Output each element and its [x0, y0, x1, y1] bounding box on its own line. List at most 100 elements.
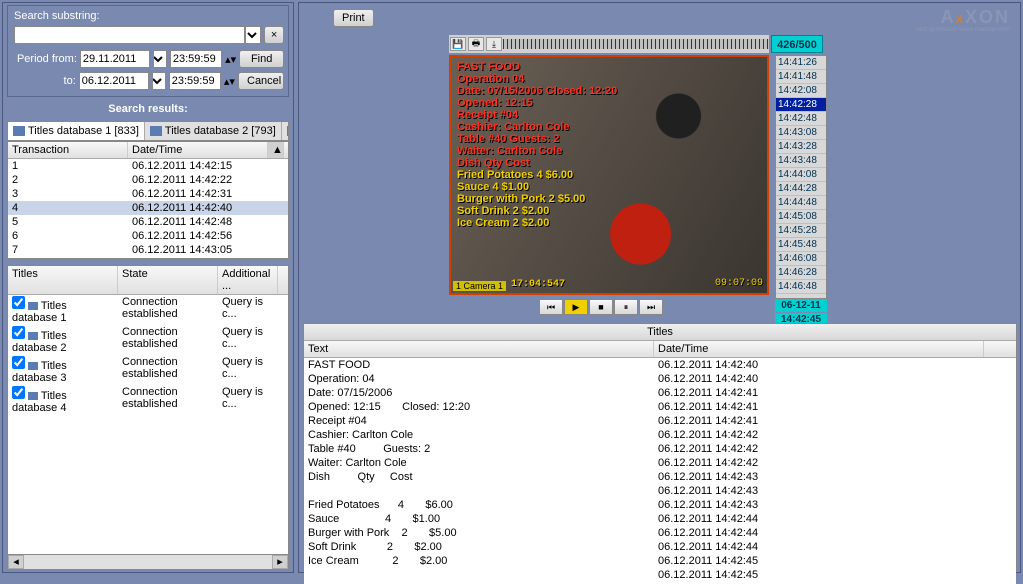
source-row[interactable]: Titles database 1Connection establishedQ… — [8, 295, 288, 325]
database-icon — [28, 392, 38, 400]
title-row[interactable]: Burger with Pork 2 $5.0006.12.2011 14:42… — [304, 526, 1016, 540]
database-icon — [28, 302, 38, 310]
col-titles[interactable]: Titles — [8, 266, 118, 294]
to-date-input[interactable] — [79, 72, 149, 90]
source-row[interactable]: Titles database 3Connection establishedQ… — [8, 355, 288, 385]
save-icon[interactable]: 💾 — [450, 37, 466, 51]
col-text[interactable]: Text — [304, 341, 654, 357]
time-item[interactable]: 14:41:26 — [776, 56, 826, 70]
time-item[interactable]: 14:44:28 — [776, 182, 826, 196]
time-item[interactable]: 14:43:28 — [776, 140, 826, 154]
results-row[interactable]: 306.12.2011 14:42:31 — [8, 187, 288, 201]
time-item[interactable]: 14:44:08 — [776, 168, 826, 182]
substring-input[interactable] — [14, 26, 245, 44]
date-stamp: 06-12-11 — [775, 299, 827, 312]
col-datetime[interactable]: Date/Time — [128, 142, 268, 158]
sources-grid: Titles State Additional ... Titles datab… — [7, 265, 289, 555]
find-button[interactable]: Find — [239, 50, 284, 68]
source-checkbox[interactable] — [12, 386, 25, 399]
from-time-input[interactable] — [170, 50, 222, 68]
col-state[interactable]: State — [118, 266, 218, 294]
stop-button[interactable]: ■ — [589, 299, 613, 315]
clear-button[interactable]: × — [264, 26, 284, 44]
results-row[interactable]: 406.12.2011 14:42:40 — [8, 201, 288, 215]
title-row[interactable]: Soft Drink 2 $2.0006.12.2011 14:42:44 — [304, 540, 1016, 554]
title-row[interactable]: Receipt #0406.12.2011 14:42:41 — [304, 414, 1016, 428]
from-label: Period from: — [14, 53, 77, 65]
time-item[interactable]: 14:46:28 — [776, 266, 826, 280]
prev-button[interactable]: ⏮ — [539, 299, 563, 315]
brand-tagline: next generation video management — [916, 27, 1010, 33]
tab[interactable]: Title 4 — [282, 122, 289, 140]
title-row[interactable]: Ice Cream 2 $2.0006.12.2011 14:42:45 — [304, 554, 1016, 568]
scroll-up-icon[interactable]: ▲ — [268, 142, 284, 158]
time-item[interactable]: 14:45:08 — [776, 210, 826, 224]
to-time-input[interactable] — [169, 72, 221, 90]
results-row[interactable]: 606.12.2011 14:42:56 — [8, 229, 288, 243]
play-button[interactable]: ▶ — [564, 299, 588, 315]
timestamp-list[interactable]: 14:41:2614:41:4814:42:0814:42:2814:42:48… — [775, 55, 827, 299]
tabs-bar: Titles database 1 [833]Titles database 2… — [7, 121, 289, 141]
title-row[interactable]: Operation: 0406.12.2011 14:42:40 — [304, 372, 1016, 386]
timeline-scale[interactable] — [503, 39, 769, 49]
title-row[interactable]: Dish Qty Cost06.12.2011 14:42:43 — [304, 470, 1016, 484]
time-item[interactable]: 14:42:08 — [776, 84, 826, 98]
source-row[interactable]: Titles database 4Connection establishedQ… — [8, 385, 288, 415]
export-icon[interactable]: ⤓ — [486, 37, 502, 51]
brand-logo: AXXON — [941, 7, 1010, 28]
cancel-button[interactable]: Cancel — [238, 72, 284, 90]
scroll-left-icon[interactable]: ◂ — [8, 555, 24, 569]
from-date-input[interactable] — [80, 50, 150, 68]
results-label: Search results: — [7, 103, 289, 115]
source-row[interactable]: Titles database 2Connection establishedQ… — [8, 325, 288, 355]
title-row[interactable]: Opened: 12:15 Closed: 12:2006.12.2011 14… — [304, 400, 1016, 414]
time-item[interactable]: 14:46:08 — [776, 252, 826, 266]
title-row[interactable]: FAST FOOD06.12.2011 14:42:40 — [304, 358, 1016, 372]
substring-dropdown[interactable] — [245, 26, 261, 44]
pause-button[interactable]: ⏸ — [614, 299, 638, 315]
title-row[interactable]: Waiter: Carlton Cole06.12.2011 14:42:42 — [304, 456, 1016, 470]
time-item[interactable]: 14:46:48 — [776, 280, 826, 294]
title-row[interactable]: 06.12.2011 14:42:43 — [304, 484, 1016, 498]
time-item[interactable]: 14:43:08 — [776, 126, 826, 140]
results-row[interactable]: 506.12.2011 14:42:48 — [8, 215, 288, 229]
scroll-right-icon[interactable]: ▸ — [272, 555, 288, 569]
time-item[interactable]: 14:42:28 — [776, 98, 826, 112]
time-item[interactable]: 14:42:48 — [776, 112, 826, 126]
title-row[interactable]: Date: 07/15/200606.12.2011 14:42:41 — [304, 386, 1016, 400]
from-date-dropdown[interactable] — [153, 50, 167, 68]
source-checkbox[interactable] — [12, 296, 25, 309]
print-button[interactable]: Print — [333, 9, 374, 27]
search-panel: Search substring: × Period from: ▴▾ Find… — [7, 5, 289, 97]
video-frame[interactable]: FAST FOODOperation 04Date: 07/15/2006 Cl… — [449, 55, 769, 295]
results-grid: Transaction Date/Time ▲ 106.12.2011 14:4… — [7, 141, 289, 259]
titles-header: Titles — [304, 324, 1016, 341]
time-item[interactable]: 14:45:48 — [776, 238, 826, 252]
horizontal-scrollbar[interactable]: ◂ ▸ — [7, 554, 289, 570]
database-icon — [13, 126, 25, 136]
title-row[interactable]: Cashier: Carlton Cole06.12.2011 14:42:42 — [304, 428, 1016, 442]
title-row[interactable]: 06.12.2011 14:42:45 — [304, 568, 1016, 582]
tab[interactable]: Titles database 1 [833] — [8, 122, 145, 140]
print-icon[interactable]: 🖶 — [468, 37, 484, 51]
source-checkbox[interactable] — [12, 326, 25, 339]
source-checkbox[interactable] — [12, 356, 25, 369]
time-item[interactable]: 14:44:48 — [776, 196, 826, 210]
col-additional[interactable]: Additional ... — [218, 266, 278, 294]
to-date-dropdown[interactable] — [152, 72, 166, 90]
next-button[interactable]: ⏭ — [639, 299, 663, 315]
playback-controls: ⏮ ▶ ■ ⏸ ⏭ — [539, 299, 663, 315]
results-row[interactable]: 106.12.2011 14:42:15 — [8, 159, 288, 173]
col-titles-datetime[interactable]: Date/Time — [654, 341, 984, 357]
results-row[interactable]: 706.12.2011 14:43:05 — [8, 243, 288, 257]
title-row[interactable]: Table #40 Guests: 206.12.2011 14:42:42 — [304, 442, 1016, 456]
tab[interactable]: Titles database 2 [793] — [145, 122, 282, 140]
video-panel: 💾 🖶 ⤓ 426/500 FAST FOODOperation 04Date:… — [449, 35, 974, 313]
time-item[interactable]: 14:45:28 — [776, 224, 826, 238]
results-row[interactable]: 206.12.2011 14:42:22 — [8, 173, 288, 187]
title-row[interactable]: Fried Potatoes 4 $6.0006.12.2011 14:42:4… — [304, 498, 1016, 512]
col-transaction[interactable]: Transaction — [8, 142, 128, 158]
time-item[interactable]: 14:43:48 — [776, 154, 826, 168]
title-row[interactable]: Sauce 4 $1.0006.12.2011 14:42:44 — [304, 512, 1016, 526]
time-item[interactable]: 14:41:48 — [776, 70, 826, 84]
